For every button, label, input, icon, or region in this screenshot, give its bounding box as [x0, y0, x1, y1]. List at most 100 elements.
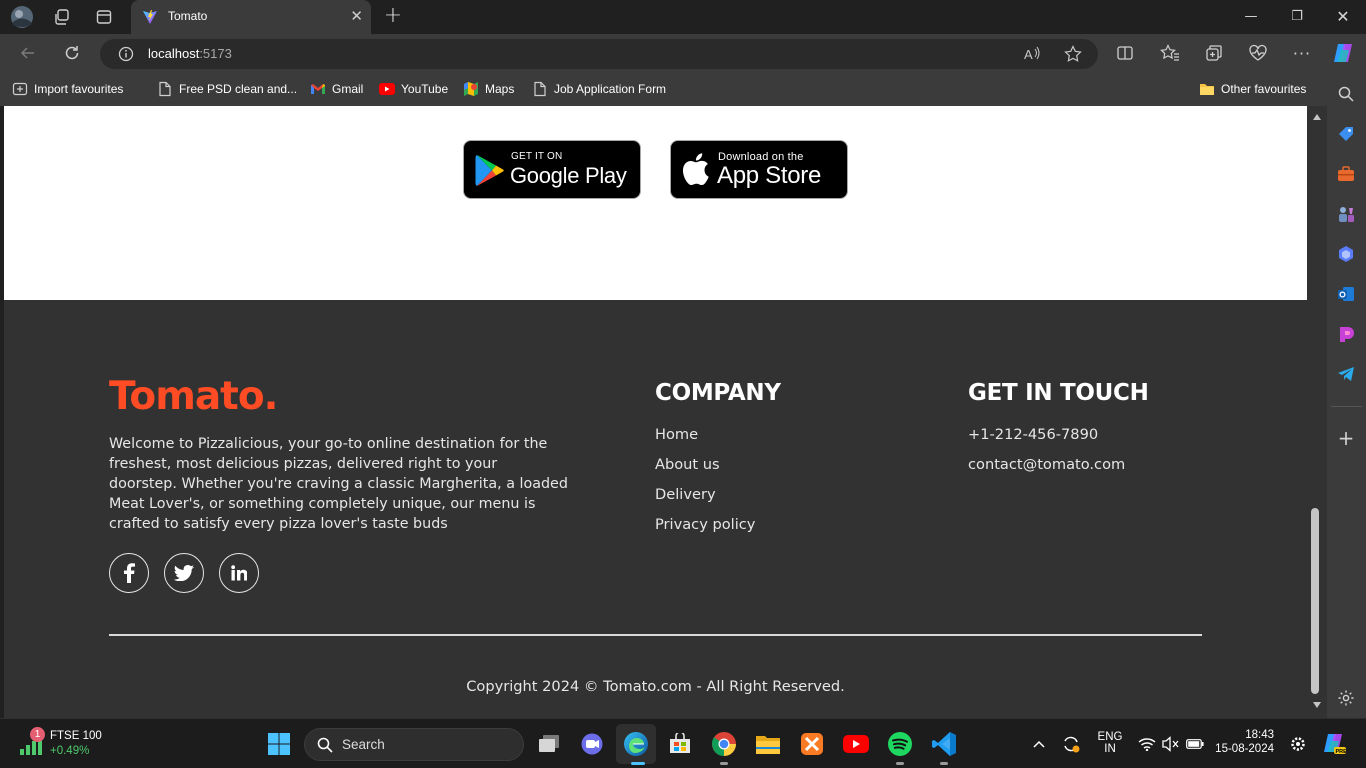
site-info-icon[interactable] [118, 46, 134, 62]
clock-date: 15-08-2024 [1215, 743, 1274, 755]
vscode-icon[interactable] [930, 730, 958, 758]
split-screen-icon[interactable] [1112, 40, 1138, 66]
folder-icon [1199, 81, 1215, 97]
footer-link-privacy[interactable]: Privacy policy [655, 516, 755, 533]
bookmark-job-application[interactable]: Job Application Form [532, 80, 666, 98]
apple-icon [682, 153, 709, 185]
google-play-button[interactable]: GET IT ON Google Play [463, 140, 641, 199]
show-hidden-icons-chevron-icon[interactable] [1026, 730, 1052, 758]
footer-description: Welcome to Pizzalicious, your go-to onli… [109, 436, 568, 532]
collections-icon[interactable] [1201, 40, 1227, 66]
browser-tab-active[interactable]: Tomato ✕ [131, 0, 371, 34]
shopping-tag-icon[interactable] [1335, 123, 1357, 145]
favourites-icon[interactable] [1157, 40, 1183, 66]
scroll-up-arrow-icon[interactable] [1312, 113, 1322, 121]
scrollbar-thumb[interactable] [1311, 508, 1319, 694]
task-view-icon[interactable] [535, 730, 563, 758]
spotify-icon[interactable] [886, 730, 914, 758]
linkedin-icon[interactable] [219, 553, 259, 593]
add-sidebar-app-icon[interactable]: + [1335, 426, 1357, 450]
telegram-send-icon[interactable] [1335, 363, 1357, 385]
settings-more-icon[interactable]: ··· [1289, 40, 1315, 66]
page-icon [532, 81, 548, 97]
ms-store-icon[interactable] [666, 730, 694, 758]
footer-link-delivery[interactable]: Delivery [655, 486, 716, 503]
vertical-tabs-icon[interactable] [92, 5, 116, 29]
games-chess-icon[interactable] [1335, 203, 1357, 225]
stock-widget[interactable]: 1 FTSE 100 +0.49% [17, 727, 117, 760]
add-favourite-star-icon[interactable] [1064, 45, 1082, 63]
restore-button[interactable]: ❐ [1282, 6, 1312, 28]
volume-muted-icon[interactable] [1160, 730, 1182, 758]
battery-icon[interactable] [1184, 730, 1206, 758]
wifi-icon[interactable] [1136, 730, 1158, 758]
sidebar-search-icon[interactable] [1335, 83, 1357, 105]
chrome-running-indicator [720, 762, 728, 765]
contact-email[interactable]: contact@tomato.com [968, 456, 1125, 473]
import-icon [12, 81, 28, 97]
youtube-icon [379, 81, 395, 97]
facebook-icon[interactable] [109, 553, 149, 593]
browser-essentials-icon[interactable] [1245, 40, 1271, 66]
app-store-button[interactable]: Download on the App Store [670, 140, 848, 199]
twitter-icon[interactable] [164, 553, 204, 593]
footer-divider [109, 634, 1202, 636]
copilot-sidebar-icon[interactable] [1335, 243, 1357, 265]
contact-phone[interactable]: +1-212-456-7890 [968, 426, 1098, 443]
maps-icon [463, 81, 479, 97]
refresh-icon[interactable] [59, 40, 85, 66]
language-indicator[interactable]: ENG IN [1092, 731, 1128, 755]
designer-icon[interactable] [1335, 323, 1357, 345]
footer-logo[interactable]: Tomato. [109, 374, 278, 419]
copilot-taskbar-icon[interactable]: PRE [1319, 730, 1347, 758]
sync-status-icon[interactable] [1058, 730, 1084, 758]
start-windows-icon[interactable] [265, 730, 293, 758]
read-aloud-icon[interactable]: A [1024, 46, 1042, 62]
teams-chat-icon[interactable] [578, 730, 606, 758]
notification-settings-gear-icon[interactable] [1287, 730, 1309, 758]
url-text: localhost:5173 [148, 46, 232, 61]
file-explorer-icon[interactable] [754, 730, 782, 758]
footer-link-home[interactable]: Home [655, 426, 698, 443]
workspaces-icon[interactable] [50, 5, 74, 29]
page-icon [157, 81, 173, 97]
bookmark-other-favourites[interactable]: Other favourites [1199, 80, 1306, 98]
company-heading: COMPANY [655, 380, 781, 406]
app-store-big-text: App Store [717, 162, 822, 189]
edge-browser-icon[interactable] [622, 730, 650, 758]
close-tab-icon[interactable]: ✕ [350, 8, 363, 24]
back-arrow-icon[interactable] [15, 40, 41, 66]
chrome-icon[interactable] [710, 730, 738, 758]
address-bar[interactable]: localhost:5173 A [100, 39, 1098, 69]
taskbar-search-label: Search [342, 737, 385, 752]
minimize-button[interactable]: — [1236, 6, 1266, 28]
site-footer: Tomato. Welcome to Pizzalicious, your go… [4, 300, 1307, 718]
scroll-down-arrow-icon[interactable] [1312, 701, 1322, 709]
close-window-button[interactable]: ✕ [1328, 6, 1358, 28]
tools-briefcase-icon[interactable] [1335, 163, 1357, 185]
footer-link-about[interactable]: About us [655, 456, 720, 473]
browser-title-bar: Tomato ✕ + — ❐ ✕ [0, 0, 1366, 34]
bookmark-maps[interactable]: Maps [463, 80, 514, 98]
xampp-icon[interactable] [798, 730, 826, 758]
clock[interactable]: 18:43 15-08-2024 [1214, 729, 1274, 755]
youtube-app-icon[interactable] [842, 730, 870, 758]
edge-sidebar: + [1327, 72, 1366, 718]
bookmark-import-favourites[interactable]: Import favourites [12, 80, 123, 98]
copilot-icon[interactable] [1330, 40, 1356, 66]
bookmark-free-psd[interactable]: Free PSD clean and... [157, 80, 297, 98]
widget-badge: 1 [30, 727, 45, 742]
outlook-icon[interactable] [1335, 283, 1357, 305]
svg-text:PRE: PRE [1336, 749, 1347, 755]
bookmark-gmail[interactable]: Gmail [310, 80, 363, 98]
google-play-icon [475, 155, 504, 186]
bookmark-youtube[interactable]: YouTube [379, 80, 448, 98]
widget-change: +0.49% [50, 745, 90, 757]
tab-title: Tomato [168, 9, 208, 23]
profile-avatar-icon[interactable] [10, 5, 34, 29]
copyright-text: Copyright 2024 © Tomato.com - All Right … [466, 678, 845, 695]
new-tab-button[interactable]: + [381, 5, 405, 29]
sidebar-settings-gear-icon[interactable] [1335, 687, 1357, 709]
favourites-bar: Import favourites Free PSD clean and... … [0, 72, 1327, 106]
taskbar-search-box[interactable]: Search [304, 728, 524, 761]
